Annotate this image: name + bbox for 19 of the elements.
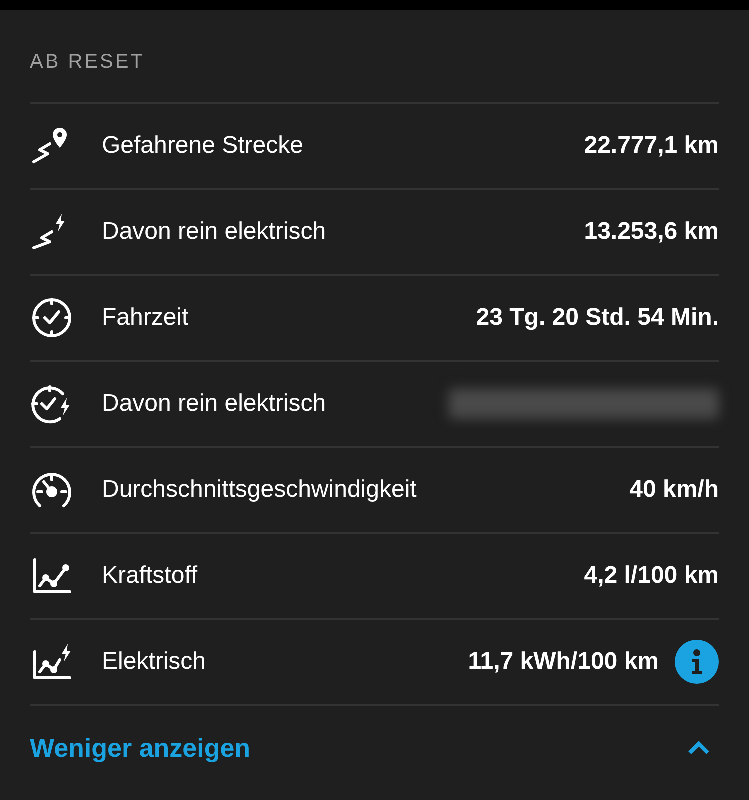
info-button[interactable]	[675, 640, 719, 684]
row-value: 40 km/h	[630, 475, 719, 505]
info-icon	[690, 649, 704, 675]
row-value: 11,7 kWh/100 km	[468, 647, 659, 677]
show-less-toggle[interactable]: Weniger anzeigen	[30, 704, 719, 790]
section-title: AB RESET	[30, 50, 146, 75]
row-value: 23 Tg. 20 Std. 54 Min.	[476, 303, 719, 333]
row-label: Gefahrene Strecke	[102, 131, 304, 161]
row-label: Elektrisch	[102, 647, 206, 677]
row-label: Durchschnittsgeschwindigkeit	[102, 475, 417, 505]
row-label: Kraftstoff	[102, 561, 198, 591]
row-label: Davon rein elektrisch	[102, 389, 326, 419]
row-value: 13.253,6 km	[584, 217, 719, 247]
row-label: Davon rein elektrisch	[102, 217, 326, 247]
chevron-icon	[687, 741, 711, 755]
row-label: Fahrzeit	[102, 303, 189, 333]
row-value: 4,2 l/100 km	[584, 561, 719, 591]
row-value: 22.777,1 km	[584, 131, 719, 161]
clock-icon	[30, 296, 74, 340]
